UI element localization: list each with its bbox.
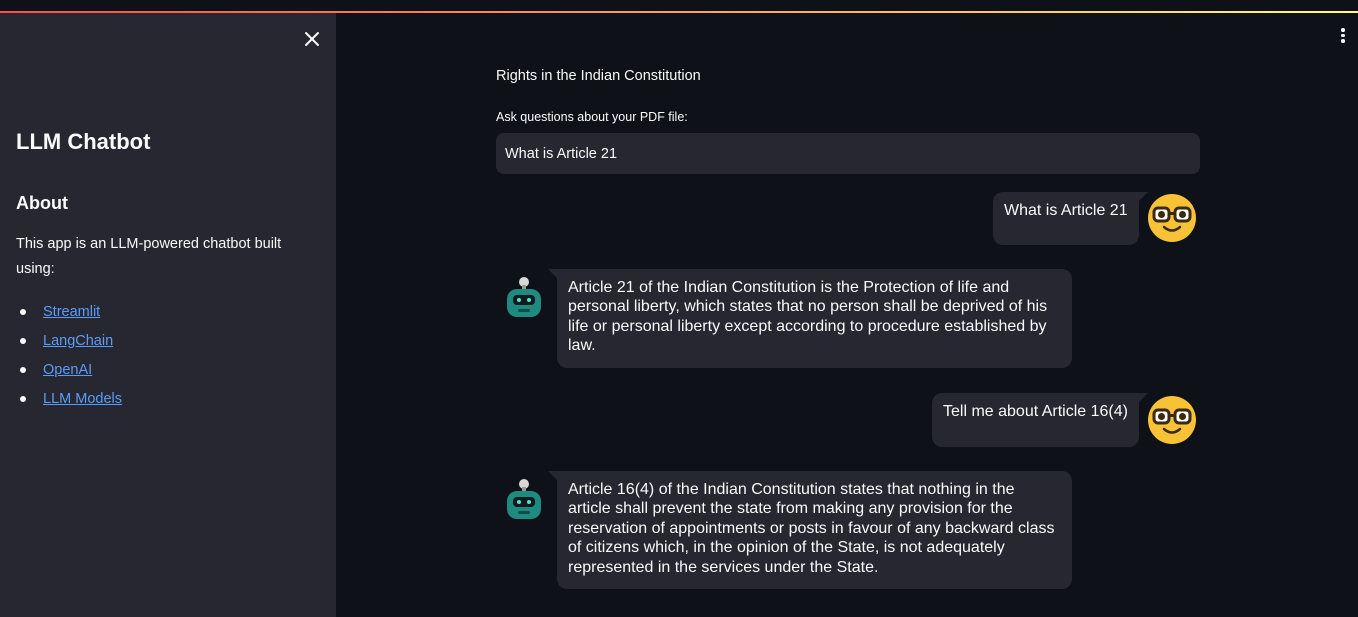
- list-item: OpenAI: [16, 355, 122, 384]
- question-input-label: Ask questions about your PDF file:: [496, 110, 688, 124]
- more-vertical-icon: [1334, 28, 1352, 43]
- robot-icon: [507, 479, 541, 519]
- about-link-list: Streamlit LangChain OpenAI LLM Models: [16, 297, 122, 413]
- link-llm-models[interactable]: LLM Models: [43, 391, 122, 407]
- close-icon: [305, 32, 319, 46]
- assistant-message: Article 21 of the Indian Constitution is…: [548, 269, 1072, 368]
- user-message: What is Article 21: [993, 192, 1148, 245]
- sidebar-title: LLM Chatbot: [16, 129, 151, 154]
- link-streamlit[interactable]: Streamlit: [43, 304, 100, 320]
- nerd-face-icon: [1148, 396, 1196, 444]
- question-input[interactable]: [496, 133, 1200, 174]
- robot-icon: [507, 277, 541, 317]
- about-description: This app is an LLM-powered chatbot built…: [16, 236, 282, 277]
- main-menu-button[interactable]: [1334, 26, 1352, 48]
- close-sidebar-button[interactable]: [300, 27, 324, 51]
- nerd-face-icon: [1148, 194, 1196, 242]
- sidebar: LLM Chatbot About This app is an LLM-pow…: [0, 13, 336, 617]
- bullet-icon: [20, 395, 26, 402]
- link-openai[interactable]: OpenAI: [43, 362, 92, 378]
- bullet-icon: [20, 308, 26, 315]
- list-item: LangChain: [16, 326, 122, 355]
- list-item: Streamlit: [16, 297, 122, 326]
- top-decoration-bar: [0, 0, 1358, 13]
- link-langchain[interactable]: LangChain: [43, 333, 113, 349]
- bullet-icon: [20, 366, 26, 373]
- about-heading: About: [16, 193, 68, 213]
- list-item: LLM Models: [16, 384, 122, 413]
- user-message: Tell me about Article 16(4): [932, 393, 1148, 447]
- bullet-icon: [20, 337, 26, 344]
- assistant-message: Article 16(4) of the Indian Constitution…: [548, 471, 1072, 589]
- page-title: Rights in the Indian Constitution: [496, 68, 701, 84]
